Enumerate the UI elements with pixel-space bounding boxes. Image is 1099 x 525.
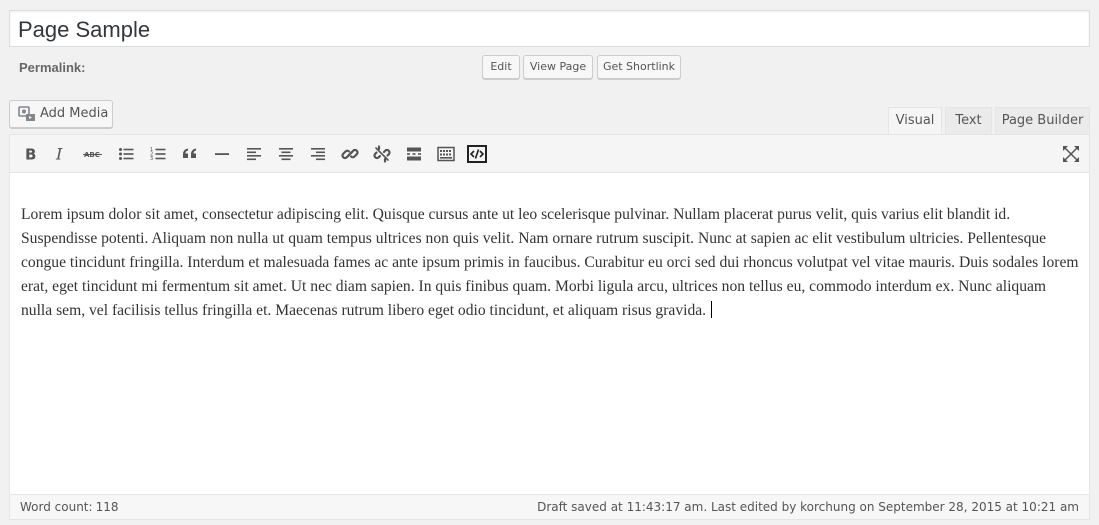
view-page-button[interactable]: View Page: [523, 55, 593, 79]
text-cursor: [711, 301, 713, 318]
draft-status: Draft saved at 11:43:17 am. Last edited …: [537, 500, 1079, 514]
svg-text:I: I: [55, 146, 63, 162]
unlink-icon[interactable]: [371, 143, 393, 165]
italic-icon[interactable]: I: [50, 143, 72, 165]
tab-page-builder[interactable]: Page Builder: [995, 107, 1090, 135]
shortcode-icon[interactable]: [466, 143, 488, 165]
fullscreen-icon[interactable]: [1060, 143, 1082, 165]
numbered-list-icon[interactable]: 1 2 3: [147, 143, 169, 165]
bold-icon[interactable]: B: [19, 143, 41, 165]
word-count: Word count: 118: [20, 495, 118, 519]
align-left-icon[interactable]: [243, 143, 265, 165]
content-paragraph: Lorem ipsum dolor sit amet, consectetur …: [21, 206, 1079, 319]
editor-status-bar: Word count: 118 Draft saved at 11:43:17 a…: [10, 494, 1089, 519]
align-center-icon[interactable]: [275, 143, 297, 165]
tab-visual[interactable]: Visual: [888, 107, 942, 136]
editor-content[interactable]: Lorem ipsum dolor sit amet, consectetur …: [21, 203, 1081, 323]
tab-text[interactable]: Text: [945, 107, 992, 135]
post-title-input[interactable]: Page Sample: [9, 10, 1090, 47]
link-icon[interactable]: [339, 143, 361, 165]
align-right-icon[interactable]: [307, 143, 329, 165]
media-icon: [18, 106, 36, 122]
word-count-label: Word count:: [20, 500, 93, 514]
svg-text:B: B: [25, 146, 36, 162]
edit-permalink-button[interactable]: Edit: [482, 55, 520, 79]
permalink-label: Permalink:: [19, 60, 86, 75]
editor-toolbar: B I ABC 1 2 3: [10, 135, 1089, 173]
add-media-button[interactable]: Add Media: [9, 100, 113, 128]
read-more-icon[interactable]: [403, 143, 425, 165]
horizontal-rule-icon[interactable]: [211, 143, 233, 165]
bullet-list-icon[interactable]: [115, 143, 137, 165]
add-media-label: Add Media: [40, 106, 109, 121]
svg-text:3: 3: [150, 156, 153, 162]
get-shortlink-button[interactable]: Get Shortlink: [597, 55, 681, 79]
strikethrough-icon[interactable]: ABC: [82, 143, 104, 165]
word-count-value: 118: [95, 500, 119, 514]
blockquote-icon[interactable]: [179, 143, 201, 165]
toolbar-toggle-icon[interactable]: [435, 143, 457, 165]
content-editor[interactable]: B I ABC 1 2 3: [9, 134, 1090, 520]
